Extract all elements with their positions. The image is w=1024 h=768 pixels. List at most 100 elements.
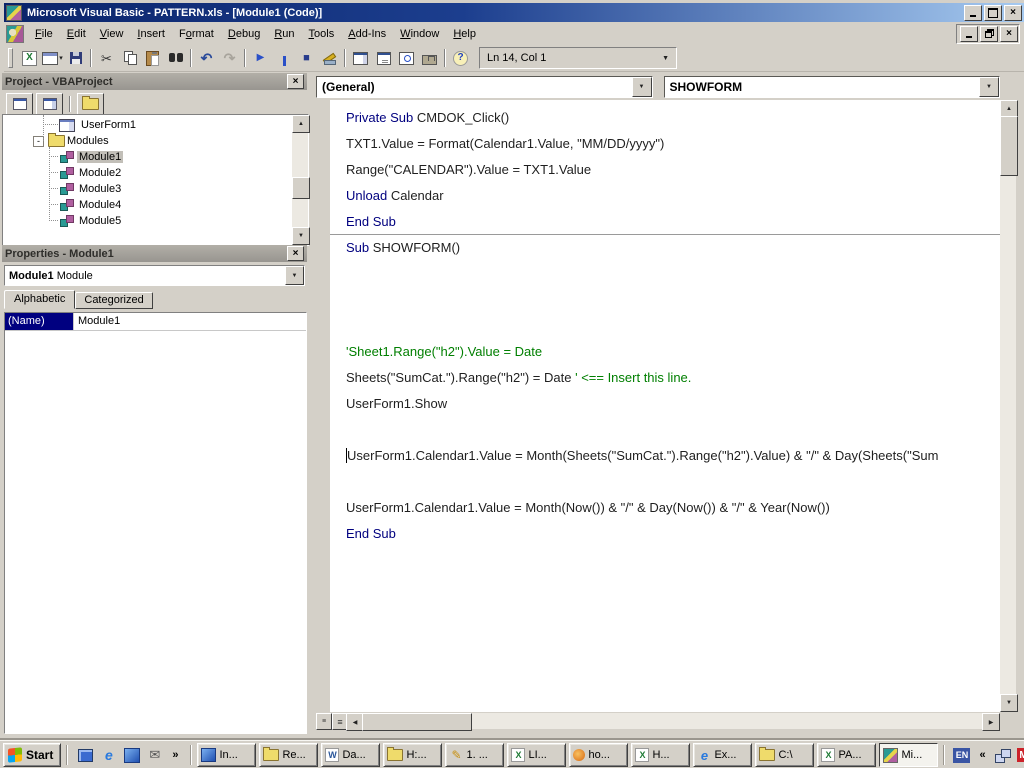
taskbar-button[interactable]: ho... [569, 743, 628, 767]
toolbar-grip[interactable] [8, 48, 13, 68]
mdi-minimize-button[interactable] [960, 26, 978, 42]
taskbar-button[interactable]: H:... [383, 743, 442, 767]
menu-run[interactable]: Run [267, 25, 301, 43]
menu-help[interactable]: Help [446, 25, 483, 43]
menu-tools[interactable]: Tools [302, 25, 342, 43]
menu-addins[interactable]: Add-Ins [341, 25, 393, 43]
mdi-close-button[interactable]: × [1000, 26, 1018, 42]
mdi-restore-button[interactable] [980, 26, 998, 42]
menu-window[interactable]: Window [393, 25, 446, 43]
taskbar-button[interactable]: C:\ [755, 743, 814, 767]
maximize-button[interactable] [984, 5, 1002, 21]
object-browser-button[interactable] [395, 47, 418, 69]
taskbar-button[interactable]: Re... [259, 743, 318, 767]
tree-item-module5[interactable]: Module5 [3, 213, 292, 229]
scroll-down-button[interactable] [292, 227, 310, 245]
taskbar-button[interactable]: XLI... [507, 743, 566, 767]
object-selector-combo[interactable]: Module1 Module [4, 265, 305, 286]
quicklaunch-mail[interactable]: ✉ [146, 747, 163, 764]
combo-dropdown-button[interactable] [285, 266, 304, 285]
scroll-down-button[interactable] [1000, 694, 1018, 712]
project-explorer-button[interactable] [349, 47, 372, 69]
code-editor[interactable]: Private Sub CMDOK_Click()TXT1.Value = Fo… [330, 100, 1000, 712]
tree-item-module3[interactable]: Module3 [3, 181, 292, 197]
toolbox-button[interactable] [418, 47, 441, 69]
project-panel-titlebar[interactable]: Project - VBAProject × [2, 73, 307, 90]
property-row[interactable]: (Name) Module1 [5, 313, 306, 331]
code-vertical-scrollbar[interactable] [1000, 100, 1016, 712]
toggle-folders-button[interactable] [77, 93, 104, 115]
object-dropdown[interactable]: (General) [316, 76, 653, 98]
properties-panel-close-button[interactable]: × [287, 246, 304, 261]
start-button[interactable]: Start [3, 743, 61, 767]
menu-edit[interactable]: Edit [60, 25, 93, 43]
taskbar-button[interactable]: XH... [631, 743, 690, 767]
toolbox-icon [422, 55, 437, 65]
tab-categorized[interactable]: Categorized [75, 292, 152, 309]
excel-view-button[interactable]: X [18, 47, 41, 69]
code-line [330, 416, 1000, 442]
project-panel-close-button[interactable]: × [287, 74, 304, 89]
procedure-view-button[interactable] [316, 713, 332, 730]
cut-button[interactable]: ✂ [95, 47, 118, 69]
quicklaunch-show-desktop[interactable] [77, 747, 94, 764]
properties-window-button[interactable] [372, 47, 395, 69]
save-button[interactable] [64, 47, 87, 69]
break-button[interactable] [272, 47, 295, 69]
code-line [330, 260, 1000, 286]
scroll-right-button[interactable] [982, 713, 1000, 731]
overflow-chevron[interactable]: » [169, 749, 181, 761]
taskbar-button[interactable]: In... [197, 743, 256, 767]
quicklaunch-internet-explorer[interactable]: e [100, 747, 117, 764]
undo-button[interactable]: ↶ [195, 47, 218, 69]
run-button[interactable]: ▶ [249, 47, 272, 69]
minimize-button[interactable] [964, 5, 982, 21]
project-tree-scrollbar[interactable] [292, 115, 308, 245]
tree-item-modules-folder[interactable]: - Modules [3, 133, 292, 149]
antivirus-icon[interactable]: M [1017, 748, 1024, 762]
code-horizontal-scrollbar[interactable] [346, 713, 1000, 729]
taskbar-button[interactable]: Mi... [879, 743, 938, 767]
close-button[interactable]: × [1004, 5, 1022, 21]
insert-userform-button[interactable]: ▾ [41, 47, 64, 69]
reset-button[interactable]: ■ [295, 47, 318, 69]
taskbar-button[interactable]: XPA... [817, 743, 876, 767]
tree-item-module1[interactable]: Module1 [3, 149, 292, 165]
tree-item-userform1[interactable]: UserForm1 [3, 117, 292, 133]
scrollbar-thumb[interactable] [1000, 116, 1018, 176]
scroll-up-button[interactable] [292, 115, 310, 133]
design-mode-button[interactable] [318, 47, 341, 69]
redo-button[interactable]: ↷ [218, 47, 241, 69]
combo-dropdown-button[interactable] [632, 77, 652, 97]
view-code-button[interactable] [6, 93, 33, 115]
view-object-button[interactable] [36, 93, 63, 115]
project-tree-content[interactable]: UserForm1 - Modules Module1Module2Module… [3, 115, 292, 245]
scrollbar-thumb[interactable] [292, 177, 310, 199]
paste-button[interactable] [141, 47, 164, 69]
menu-debug[interactable]: Debug [221, 25, 267, 43]
tree-item-module4[interactable]: Module4 [3, 197, 292, 213]
procedure-dropdown[interactable]: SHOWFORM [664, 76, 1001, 98]
language-indicator[interactable]: EN [953, 748, 970, 763]
cursor-position-indicator[interactable]: Ln 14, Col 1 ▼ [479, 47, 677, 69]
tree-item-module2[interactable]: Module2 [3, 165, 292, 181]
folder-icon [387, 749, 403, 761]
menu-insert[interactable]: Insert [130, 25, 172, 43]
tray-chevron[interactable]: « [976, 749, 988, 761]
tab-alphabetic[interactable]: Alphabetic [4, 290, 75, 309]
taskbar-button[interactable]: eEx... [693, 743, 752, 767]
network-icon[interactable] [995, 749, 1011, 762]
assistant-button[interactable]: ? [449, 47, 472, 69]
menu-view[interactable]: View [93, 25, 131, 43]
quicklaunch-outlook-express[interactable] [123, 747, 140, 764]
properties-panel-titlebar[interactable]: Properties - Module1 × [2, 245, 307, 262]
menu-file[interactable]: File [28, 25, 60, 43]
menu-format[interactable]: Format [172, 25, 221, 43]
taskbar-button[interactable]: ✎1. ... [445, 743, 504, 767]
combo-dropdown-button[interactable] [979, 77, 999, 97]
scrollbar-thumb[interactable] [362, 713, 472, 731]
property-value-cell[interactable]: Module1 [74, 313, 124, 330]
taskbar-button[interactable]: WDa... [321, 743, 380, 767]
find-button[interactable] [164, 47, 187, 69]
copy-button[interactable] [118, 47, 141, 69]
